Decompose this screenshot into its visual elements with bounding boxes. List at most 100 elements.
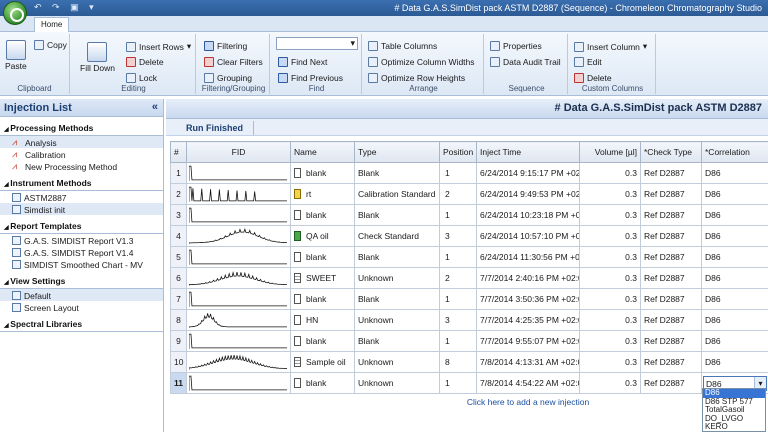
quick-access-toolbar[interactable]: ↶ ↷ ▣ ▾ [34,2,98,13]
row-number[interactable]: 9 [170,330,187,352]
cell-name[interactable]: SWEET [290,267,355,289]
column-header[interactable]: Volume [µl] [579,141,641,163]
cell-inject-time[interactable]: 6/24/2014 9:15:17 PM +02... [476,162,580,184]
cell-type[interactable]: Blank [354,330,440,352]
cell-position[interactable]: 1 [439,204,477,226]
cell-correlation[interactable]: D86 [701,183,768,205]
cell-type[interactable]: Unknown [354,267,440,289]
cell-position[interactable]: 1 [439,162,477,184]
sidebar-section-4[interactable]: Spectral Libraries [0,316,163,332]
cell-type[interactable]: Unknown [354,351,440,373]
cell-inject-time[interactable]: 6/24/2014 10:57:10 PM +02... [476,225,580,247]
cell-name[interactable]: blank [290,288,355,310]
cell-type[interactable]: Unknown [354,372,440,394]
clear-filters-button[interactable]: Clear Filters [204,57,263,67]
sidebar-item[interactable]: ⩘ Analysis [0,136,163,148]
table-row[interactable]: 3 blank Blank16/24/2014 10:23:18 PM +02...… [170,204,768,226]
tab-run-finished[interactable]: Run Finished [176,121,254,135]
cell-volume[interactable]: 0.3 [579,309,641,331]
cell-check-type[interactable]: Ref D2887 [640,351,702,373]
cell-correlation[interactable]: D86 [701,246,768,268]
sidebar-item[interactable]: G.A.S. SIMDIST Report V1.4 [0,246,163,258]
row-number[interactable]: 11 [170,372,187,394]
cell-type[interactable]: Calibration Standard [354,183,440,205]
delete-row-button[interactable]: Delete [126,57,164,67]
cell-check-type[interactable]: Ref D2887 [640,288,702,310]
cell-type[interactable]: Blank [354,246,440,268]
paste-button[interactable]: Paste [5,40,27,71]
fid-thumbnail[interactable] [186,246,291,268]
delete-column-button[interactable]: Delete [574,73,612,83]
row-number[interactable]: 1 [170,162,187,184]
copy-button[interactable]: Copy [34,40,67,50]
find-previous-button[interactable]: Find Previous [278,73,343,83]
cell-volume[interactable]: 0.3 [579,225,641,247]
table-row[interactable]: 10 Sample oil Unknown 8 7/8/2014 4:13:31 AM … [170,351,768,373]
cell-inject-time[interactable]: 6/24/2014 9:49:53 PM +02... [476,183,580,205]
sidebar-section-1[interactable]: Instrument Methods [0,175,163,191]
column-header[interactable]: Inject Time [476,141,580,163]
sidebar-item[interactable]: SIMDIST Smoothed Chart - MV [0,258,163,270]
sidebar-item[interactable]: Default [0,289,163,301]
collapse-sidebar-button[interactable]: « [152,101,158,113]
cell-correlation[interactable]: D86 [701,288,768,310]
row-number[interactable]: 2 [170,183,187,205]
table-row[interactable]: 4 QA oil Check Standard 3 6/24/2014 10:57:10… [170,225,768,247]
correlation-dropdown-list[interactable]: D86 D86 STP 577 TotalGasoil DO_LVGO KERO [702,388,766,432]
app-logo-icon[interactable] [3,1,27,25]
cell-type[interactable]: Blank [354,204,440,226]
fid-thumbnail[interactable] [186,162,291,184]
grouping-button[interactable]: Grouping [204,73,252,83]
add-injection-link[interactable]: Click here to add a new injection [171,394,768,411]
cell-inject-time[interactable]: 7/7/2014 4:25:35 PM +02:00 [476,309,580,331]
cell-correlation[interactable]: D86 [701,309,768,331]
cell-volume[interactable]: 0.3 [579,330,641,352]
cell-correlation[interactable]: D86 [701,162,768,184]
cell-type[interactable]: Blank [354,162,440,184]
insert-rows-button[interactable]: Insert Rows ▾ [126,41,191,52]
cell-volume[interactable]: 0.3 [579,351,641,373]
cell-position[interactable]: 2 [439,183,477,205]
cell-inject-time[interactable]: 7/8/2014 4:54:22 AM +02:00 [476,372,580,394]
tab-home[interactable]: Home [34,17,70,32]
sidebar-item[interactable]: ⩘ New Processing Method [0,160,163,172]
cell-name[interactable]: blank [290,204,355,226]
table-columns-button[interactable]: Table Columns [368,41,437,51]
cell-volume[interactable]: 0.3 [579,267,641,289]
cell-volume[interactable]: 0.3 [579,246,641,268]
cell-name[interactable]: blank [290,330,355,352]
cell-check-type[interactable]: Ref D2887 [640,372,702,394]
cell-name[interactable]: blank [290,372,355,394]
data-audit-trail-button[interactable]: Data Audit Trail [490,57,561,67]
table-row[interactable]: 9 blank Blank 1 7/7/2014 9:55:07 PM +02:00 0.… [170,330,768,352]
table-row[interactable]: 11 blank Unknown 1 7/8/2014 4:54:22 AM +02:0… [170,372,768,394]
cell-check-type[interactable]: Ref D2887 [640,162,702,184]
cell-inject-time[interactable]: 7/7/2014 3:50:36 PM +02:00 [476,288,580,310]
optimize-column-widths-button[interactable]: Optimize Column Widths [368,57,475,67]
column-header[interactable]: Type [354,141,440,163]
column-header[interactable]: Position [439,141,477,163]
cell-name[interactable]: HN [290,309,355,331]
cell-check-type[interactable]: Ref D2887 [640,204,702,226]
fid-thumbnail[interactable] [186,225,291,247]
fid-thumbnail[interactable] [186,183,291,205]
fid-thumbnail[interactable] [186,330,291,352]
fid-thumbnail[interactable] [186,288,291,310]
cell-position[interactable]: 8 [439,351,477,373]
cell-type[interactable]: Blank [354,288,440,310]
row-number[interactable]: 7 [170,288,187,310]
cell-name[interactable]: Sample oil [290,351,355,373]
cell-name[interactable]: blank [290,246,355,268]
row-number[interactable]: 5 [170,246,187,268]
cell-inject-time[interactable]: 7/7/2014 9:55:07 PM +02:00 [476,330,580,352]
cell-inject-time[interactable]: 6/24/2014 11:30:56 PM +02... [476,246,580,268]
table-row[interactable]: 5 blank Blank16/24/2014 11:30:56 PM +02...… [170,246,768,268]
cell-position[interactable]: 2 [439,267,477,289]
cell-inject-time[interactable]: 7/8/2014 4:13:31 AM +02:00 [476,351,580,373]
cell-position[interactable]: 1 [439,288,477,310]
cell-check-type[interactable]: Ref D2887 [640,267,702,289]
column-header[interactable]: *Check Type [640,141,702,163]
cell-type[interactable]: Unknown [354,309,440,331]
cell-volume[interactable]: 0.3 [579,288,641,310]
sidebar-item[interactable]: G.A.S. SIMDIST Report V1.3 [0,234,163,246]
